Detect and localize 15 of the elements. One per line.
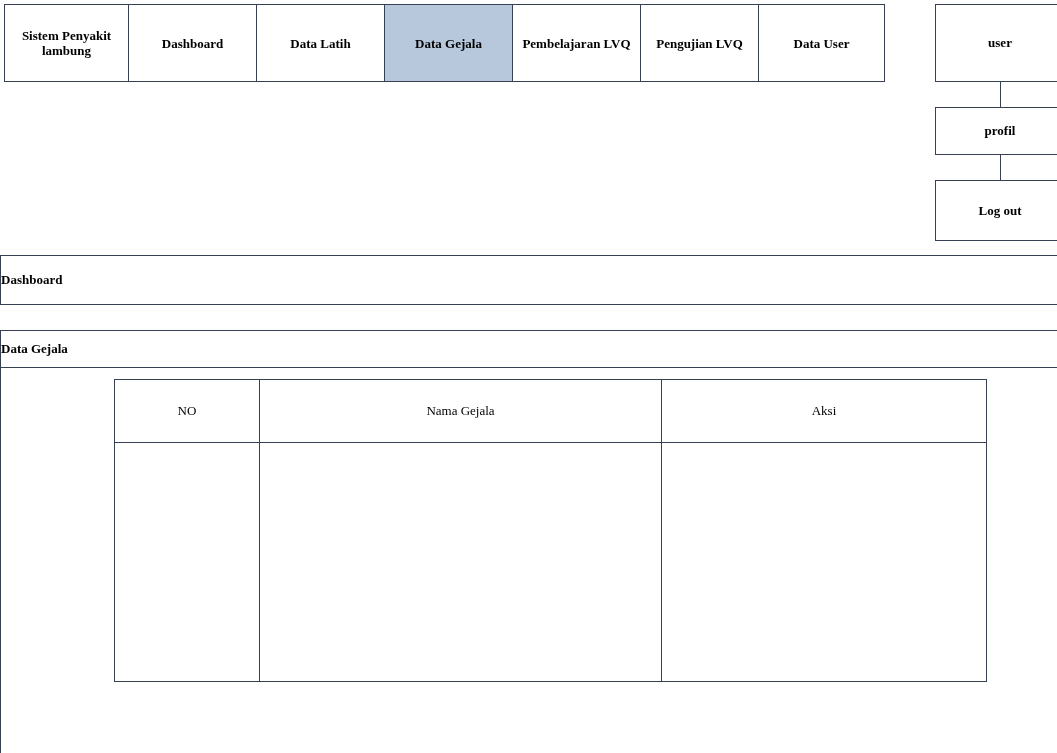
nav-tab[interactable]: Dashboard bbox=[129, 4, 257, 82]
nav-tab[interactable]: Data Latih bbox=[257, 4, 385, 82]
nav-tab[interactable]: Data Gejala bbox=[385, 4, 513, 82]
nav-tab[interactable]: Data User bbox=[759, 4, 885, 82]
menu-item[interactable]: profil bbox=[935, 107, 1057, 155]
column-header: Aksi bbox=[811, 402, 837, 421]
menu-item[interactable]: Log out bbox=[935, 180, 1057, 241]
app-title: Sistem Penyakit lambung bbox=[5, 4, 129, 82]
column-header: NO bbox=[177, 402, 197, 421]
nav-tab[interactable]: Pengujian LVQ bbox=[641, 4, 759, 82]
user-menu-button[interactable]: user bbox=[935, 4, 1057, 82]
breadcrumb-title: Dashboard bbox=[1, 271, 63, 290]
panel-title: Data Gejala bbox=[1, 340, 68, 359]
column-header: Nama Gejala bbox=[426, 402, 495, 421]
nav-tab[interactable]: Pembelajaran LVQ bbox=[513, 4, 641, 82]
